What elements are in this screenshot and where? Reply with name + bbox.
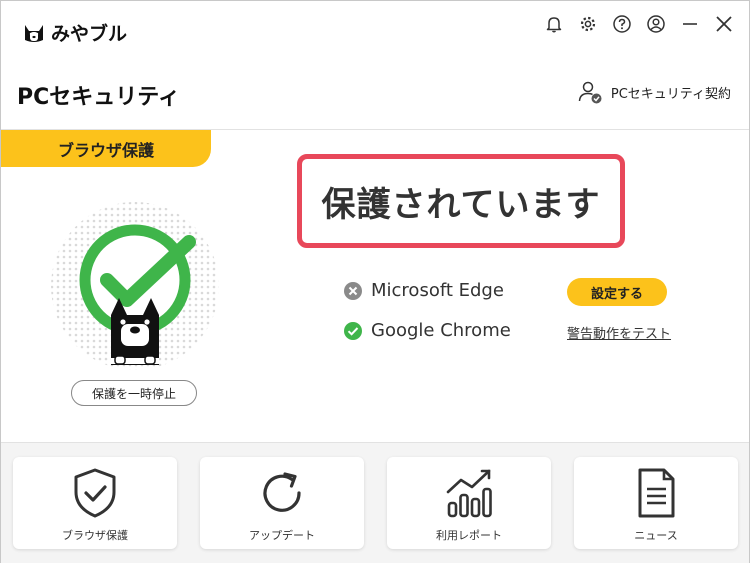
- tile-news[interactable]: ニュース: [574, 457, 738, 549]
- refresh-icon: [263, 472, 301, 512]
- check-circle-icon: [344, 321, 362, 340]
- bar-chart-icon: [446, 469, 492, 518]
- browser-row-edge: Microsoft Edge: [343, 280, 504, 301]
- minimize-icon[interactable]: [679, 13, 701, 35]
- test-warning-link[interactable]: 警告動作をテスト: [567, 323, 671, 342]
- x-circle-icon: [344, 281, 362, 300]
- tile-browser-protection[interactable]: ブラウザ保護: [13, 457, 177, 549]
- tile-label: ニュース: [634, 529, 678, 542]
- browser-name: Google Chrome: [371, 320, 511, 341]
- status-highlight-box: 保護されています: [297, 154, 625, 248]
- user-check-icon: [578, 81, 602, 104]
- gear-icon[interactable]: [577, 13, 599, 35]
- title-bar: みやブル: [1, 1, 749, 61]
- app-name: みやブル: [51, 23, 128, 45]
- setup-button[interactable]: 設定する: [567, 278, 667, 306]
- close-icon[interactable]: [713, 13, 735, 35]
- tile-label: 利用レポート: [436, 529, 502, 542]
- section-tag: ブラウザ保護: [1, 130, 211, 167]
- tile-update[interactable]: アップデート: [200, 457, 364, 549]
- page-title: PCセキュリティ: [17, 85, 180, 110]
- dog-logo-icon: [25, 24, 43, 42]
- app-window: みやブル PCセキュリティ PCセキュリティ契約 ブラウザ保護 保護を一時停止 …: [0, 0, 750, 563]
- shield-check-icon: [74, 468, 116, 518]
- tile-usage-report[interactable]: 利用レポート: [387, 457, 551, 549]
- browser-row-chrome: Google Chrome: [343, 320, 511, 341]
- account-icon[interactable]: [645, 13, 667, 35]
- document-icon: [638, 468, 675, 518]
- title-bar-controls: [543, 13, 735, 35]
- bottom-nav: ブラウザ保護 アップデート 利用レポート ニュース: [1, 442, 749, 563]
- contract-link[interactable]: PCセキュリティ契約: [577, 79, 731, 105]
- app-logo: みやブル: [23, 19, 127, 46]
- tile-label: アップデート: [249, 529, 315, 542]
- pause-protection-button[interactable]: 保護を一時停止: [71, 380, 197, 406]
- contract-label: PCセキュリティ契約: [610, 86, 731, 102]
- protection-status-text: 保護されています: [321, 184, 601, 225]
- help-icon[interactable]: [611, 13, 633, 35]
- browser-name: Microsoft Edge: [371, 280, 504, 301]
- bell-icon[interactable]: [543, 13, 565, 35]
- protection-status-illustration: [51, 202, 219, 370]
- page-header: PCセキュリティ PCセキュリティ契約: [1, 63, 749, 130]
- main-panel: ブラウザ保護 保護を一時停止 保護されています Microsoft Edge G…: [1, 130, 749, 442]
- tile-label: ブラウザ保護: [62, 529, 128, 542]
